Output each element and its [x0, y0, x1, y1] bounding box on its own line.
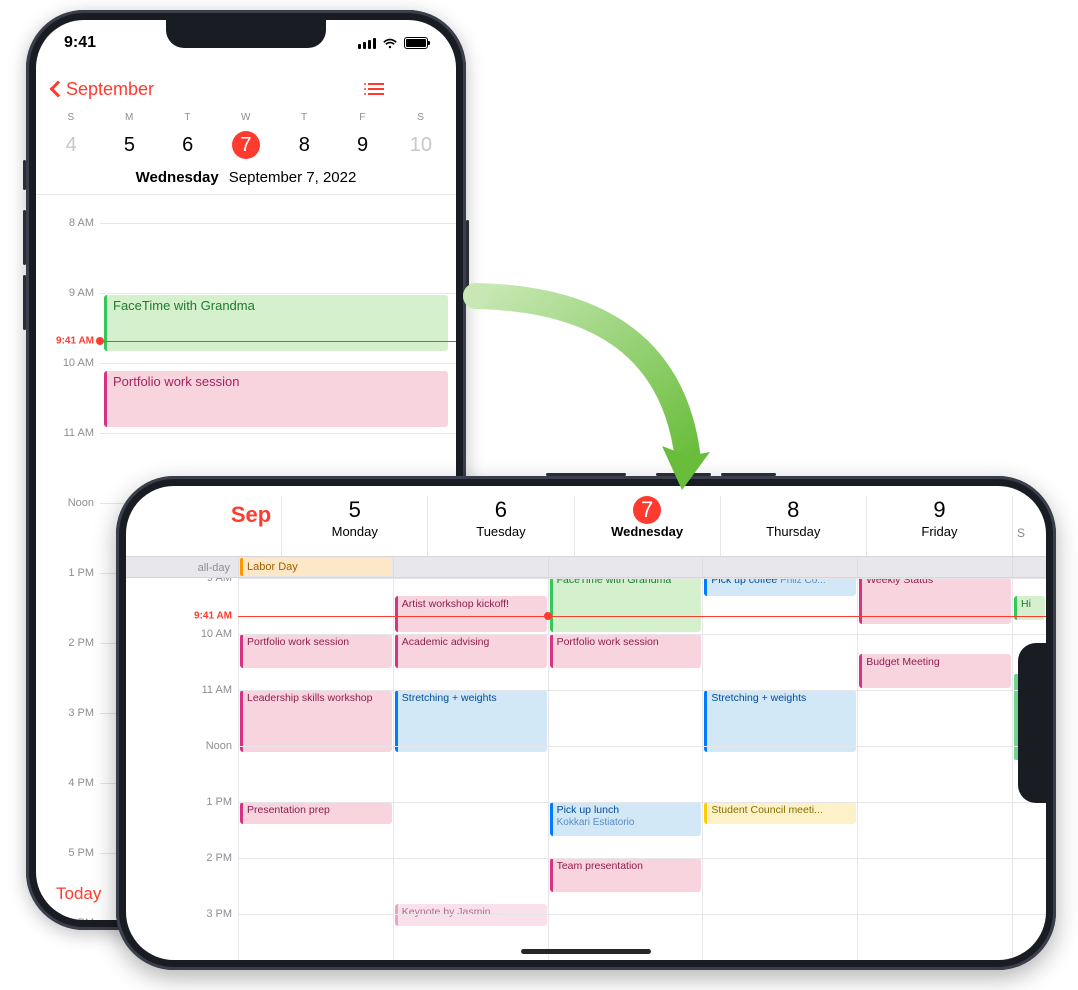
calendar-event[interactable]: Academic advising	[395, 634, 547, 668]
cellular-icon	[358, 38, 376, 49]
back-label: September	[66, 79, 154, 100]
hour-label: Noon	[36, 497, 94, 509]
weekday-label: W	[217, 112, 275, 123]
day-number[interactable]: 6	[159, 131, 217, 159]
hour-label: 2 PM	[126, 852, 232, 864]
weekday-label: T	[159, 112, 217, 123]
all-day-row: all-dayLabor Day	[126, 556, 1046, 578]
day-column[interactable]: Weekly StatusBudget Meeting	[857, 578, 1012, 960]
day-number[interactable]: 10	[392, 131, 450, 159]
current-time-label: 9:41 AM	[36, 335, 94, 346]
iphone-landscape-frame: Sep 5Monday6Tuesday7Wednesday8Thursday9Fr…	[116, 476, 1056, 970]
hour-label: 11 AM	[126, 684, 232, 696]
calendar-event[interactable]: Portfolio work session	[550, 634, 702, 668]
hour-label: 9 AM	[36, 287, 94, 299]
day-column-header[interactable]: 6Tuesday	[427, 496, 573, 556]
calendar-event[interactable]: Budget Meeting	[859, 654, 1011, 688]
day-number[interactable]: 8	[275, 131, 333, 159]
weekday-label: M	[100, 112, 158, 123]
day-column[interactable]: FaceTime with GrandmaPortfolio work sess…	[548, 578, 703, 960]
day-column-header[interactable]: 5Monday	[281, 496, 427, 556]
day-column[interactable]: Portfolio work session Leadership skills …	[238, 578, 393, 960]
calendar-event[interactable]: Pick up lunchKokkari Estiatorio	[550, 802, 702, 836]
weekday-label: S	[392, 112, 450, 123]
all-day-event[interactable]: Labor Day	[240, 558, 392, 576]
day-column-header[interactable]: 7Wednesday	[574, 496, 720, 556]
calendar-event[interactable]: Leadership skills workshop	[240, 690, 392, 752]
day-number[interactable]: 9	[333, 131, 391, 159]
hour-label: 6 PM	[36, 917, 94, 920]
calendar-nav-bar: September	[36, 66, 456, 112]
week-strip: SMTWTFS 45678910	[36, 112, 456, 159]
calendar-event[interactable]: Portfolio work session	[104, 371, 448, 427]
calendar-event[interactable]: Portfolio work session	[240, 634, 392, 668]
day-number[interactable]: 4	[42, 131, 100, 159]
landscape-screen: Sep 5Monday6Tuesday7Wednesday8Thursday9Fr…	[126, 486, 1046, 960]
week-grid[interactable]: 9 AM 10 AM 11 AM Noon 1 PM 2 PM 3 PM Portfolio…	[126, 578, 1046, 960]
home-indicator[interactable]	[521, 949, 651, 954]
hour-label: 1 PM	[36, 567, 94, 579]
calendar-event[interactable]: Stretching + weights	[704, 690, 856, 752]
calendar-event[interactable]: FaceTime with Grandma	[550, 578, 702, 632]
weekday-label: S	[42, 112, 100, 123]
list-view-button[interactable]	[364, 81, 384, 97]
hour-label: 5 PM	[36, 847, 94, 859]
calendar-event[interactable]: Pick up coffee Philz Co...	[704, 578, 856, 596]
hour-label: 8 AM	[36, 217, 94, 229]
calendar-event[interactable]: Keynote by Jasmin...	[395, 904, 547, 926]
day-column-header[interactable]: 9Friday	[866, 496, 1012, 556]
status-time: 9:41	[64, 34, 96, 52]
day-column-header[interactable]: 8Thursday	[720, 496, 866, 556]
list-icon	[364, 81, 384, 97]
hour-label: Noon	[126, 740, 232, 752]
hour-label: 4 PM	[36, 777, 94, 789]
back-button[interactable]: September	[52, 79, 154, 100]
hour-label: 10 AM	[126, 628, 232, 640]
calendar-event[interactable]: Team presentation	[550, 858, 702, 892]
hour-label: 11 AM	[36, 427, 94, 439]
weekday-label: F	[333, 112, 391, 123]
weekday-label: T	[275, 112, 333, 123]
wifi-icon	[382, 37, 398, 49]
day-column[interactable]: Pick up coffee Philz Co... Stretching + w…	[702, 578, 857, 960]
day-column[interactable]: Artist workshop kickoff!Academic advisin…	[393, 578, 548, 960]
hour-label: 3 PM	[36, 707, 94, 719]
hour-label: 1 PM	[126, 796, 232, 808]
day-number[interactable]: 5	[100, 131, 158, 159]
calendar-event[interactable]: Stretching + weights	[395, 690, 547, 752]
all-day-label: all-day	[126, 557, 238, 577]
current-time-label: 9:41 AM	[126, 611, 232, 622]
calendar-event[interactable]: FaceTime with Grandma	[104, 295, 448, 351]
battery-icon	[404, 37, 428, 49]
week-header: Sep 5Monday6Tuesday7Wednesday8Thursday9Fr…	[126, 486, 1046, 556]
month-button[interactable]: Sep	[126, 496, 271, 528]
hour-label: 10 AM	[36, 357, 94, 369]
day-number[interactable]: 7	[232, 131, 260, 159]
full-date-label: WednesdaySeptember 7, 2022	[36, 169, 456, 195]
calendar-event[interactable]: Artist workshop kickoff!	[395, 596, 547, 632]
chevron-left-icon	[50, 81, 67, 98]
calendar-event[interactable]: Student Council meeti...	[704, 802, 856, 824]
calendar-event[interactable]: Presentation prep	[240, 802, 392, 824]
hour-label: 9 AM	[126, 578, 232, 584]
hour-label: 2 PM	[36, 637, 94, 649]
hour-label: 3 PM	[126, 908, 232, 920]
today-button[interactable]: Today	[56, 884, 101, 904]
